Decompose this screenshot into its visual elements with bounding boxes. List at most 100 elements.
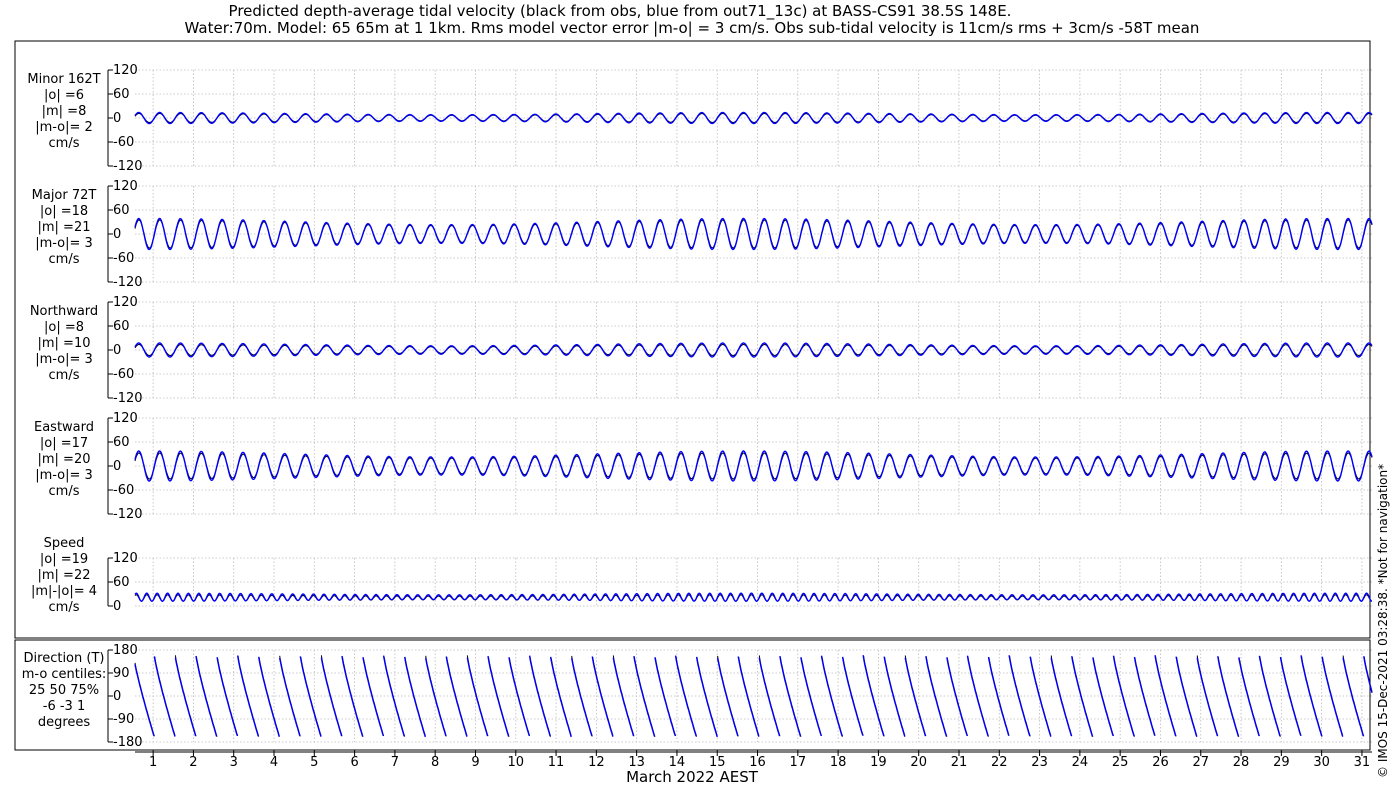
upper-panels-frame: [14, 40, 1371, 639]
panel-label-line: cm/s: [49, 368, 80, 383]
series-line-model: [134, 450, 1373, 482]
panel-speed: 120 60 0 Speed|o| =19|m| =22|m|-|o|= 4cm/s: [31, 536, 1372, 615]
y-tick-label: -120: [113, 275, 143, 290]
panel-northward: 120 60 0 -60 -120 Northward|o| =8|m| =10|m-o|…: [30, 295, 1373, 406]
panel-label-line: |m-o|= 3: [35, 236, 93, 251]
panel-label-line: degrees: [38, 715, 91, 730]
panel-label-line: |o| =8: [44, 320, 84, 335]
series-line-model: [134, 592, 1372, 602]
panel-label-line: cm/s: [49, 600, 80, 615]
x-tick-label: 18: [830, 755, 847, 770]
panel-label-line: |m| =21: [38, 220, 91, 235]
y-tick-label: 90: [113, 666, 130, 681]
panel-label-line: |m-o|= 3: [35, 468, 93, 483]
x-tick-label: 25: [1112, 755, 1129, 770]
y-tick-label: 120: [113, 411, 138, 426]
x-tick-label: 6: [350, 755, 358, 770]
x-tick-label: 4: [270, 755, 278, 770]
series-line-model: [134, 217, 1373, 251]
y-tick-label: 120: [113, 179, 138, 194]
panel-eastward: 120 60 0 -60 -120 Eastward|o| =17|m| =20|m-o|…: [34, 411, 1373, 522]
panel-label-line: |m| =8: [42, 104, 87, 119]
x-tick-label: 11: [548, 755, 565, 770]
y-tick-label: 60: [113, 319, 130, 334]
x-tick-label: 7: [391, 755, 399, 770]
tidal-velocity-figure: Predicted depth-average tidal velocity (…: [14, 2, 1390, 786]
y-tick-label: -120: [113, 391, 143, 406]
panel-label-line: cm/s: [49, 136, 80, 151]
x-tick-label: 24: [1072, 755, 1089, 770]
y-tick-label: -90: [113, 712, 134, 727]
y-tick-label: 0: [113, 689, 121, 704]
y-tick-label: 120: [113, 63, 138, 78]
panel-label-line: -6 -3 1: [43, 699, 85, 714]
y-tick-label: 120: [113, 551, 138, 566]
panel-label-line: 25 50 75%: [29, 683, 99, 698]
x-tick-label: 29: [1273, 755, 1290, 770]
panel-minor: 120 60 0 -60 -120 Minor 162T|o| =6|m| =8|m-o|…: [27, 63, 1373, 174]
y-tick-label: 0: [113, 599, 121, 614]
series-line-model: [134, 111, 1373, 125]
panel-label-line: m-o centiles:: [22, 667, 107, 682]
y-tick-label: 60: [113, 435, 130, 450]
panel-label-line: |m| =22: [38, 568, 91, 583]
x-axis: 1 2 3 4 5 6 7 8 9 10 11 12 13 14 15 16 17 18 19 20 21 22 23 24 2…: [135, 750, 1372, 770]
panel-label-line: |o| =6: [44, 88, 84, 103]
x-axis-label: March 2022 AEST: [626, 768, 759, 786]
panel-label-line: cm/s: [49, 484, 80, 499]
panel-label-line: |m-o|= 2: [35, 120, 93, 135]
x-tick-label: 19: [870, 755, 887, 770]
panel-label-line: |m-o|= 3: [35, 352, 93, 367]
y-tick-label: 120: [113, 295, 138, 310]
y-tick-label: 0: [113, 343, 121, 358]
panel-label-line: |m| =10: [38, 336, 91, 351]
figure-title-line2: Water:70m. Model: 65 65m at 1 1km. Rms m…: [185, 19, 1200, 37]
x-tick-label: 2: [189, 755, 197, 770]
y-tick-label: 60: [113, 87, 130, 102]
y-tick-label: -120: [113, 507, 143, 522]
x-tick-label: 21: [951, 755, 968, 770]
panel-label-line: Northward: [30, 304, 98, 319]
x-tick-label: 30: [1313, 755, 1330, 770]
panel-label-line: cm/s: [49, 252, 80, 267]
x-tick-label: 8: [431, 755, 439, 770]
panel-label-line: |o| =18: [40, 204, 88, 219]
y-tick-label: -180: [113, 735, 143, 750]
panel-label-line: |m| =20: [38, 452, 91, 467]
y-tick-label: -60: [113, 367, 134, 382]
panel-direction: 180 90 0 -90 -180 Direction (T)m-o centiles:2…: [22, 643, 1373, 750]
x-tick-label: 28: [1233, 755, 1250, 770]
panels-group: 120600-60-120Minor 162T|o| =6|m| =8|m-o|…: [22, 63, 1373, 750]
panel-major: 120 60 0 -60 -120 Major 72T|o| =18|m| =21|m-o…: [32, 179, 1373, 290]
x-tick-label: 3: [230, 755, 238, 770]
panel-label-line: |m|-|o|= 4: [31, 584, 97, 599]
x-tick-label: 20: [910, 755, 927, 770]
y-tick-label: 60: [113, 203, 130, 218]
x-tick-label: 9: [471, 755, 479, 770]
y-tick-label: -60: [113, 483, 134, 498]
x-tick-label: 1: [149, 755, 157, 770]
x-tick-label: 10: [507, 755, 524, 770]
x-tick-label: 31: [1354, 755, 1371, 770]
x-tick-label: 17: [790, 755, 807, 770]
y-tick-label: 0: [113, 111, 121, 126]
y-tick-label: 180: [113, 643, 138, 658]
copyright-note: © IMOS 15-Dec-2021 03:28:38. *Not for na…: [1376, 464, 1390, 778]
x-tick-label: 5: [310, 755, 318, 770]
x-tick-label: 27: [1192, 755, 1209, 770]
y-tick-label: -120: [113, 159, 143, 174]
panel-label-line: Major 72T: [32, 188, 97, 203]
y-tick-label: 0: [113, 227, 121, 242]
panel-label-line: Direction (T): [24, 651, 105, 666]
y-tick-label: 0: [113, 459, 121, 474]
panel-label-line: Minor 162T: [27, 72, 100, 87]
y-tick-label: 60: [113, 575, 130, 590]
panel-label-line: Eastward: [34, 420, 94, 435]
y-tick-label: -60: [113, 251, 134, 266]
y-tick-label: -60: [113, 135, 134, 150]
x-tick-label: 22: [991, 755, 1008, 770]
panel-label-line: Speed: [44, 536, 85, 551]
panel-label-line: |o| =19: [40, 552, 88, 567]
panel-label-line: |o| =17: [40, 436, 88, 451]
x-tick-label: 23: [1031, 755, 1048, 770]
